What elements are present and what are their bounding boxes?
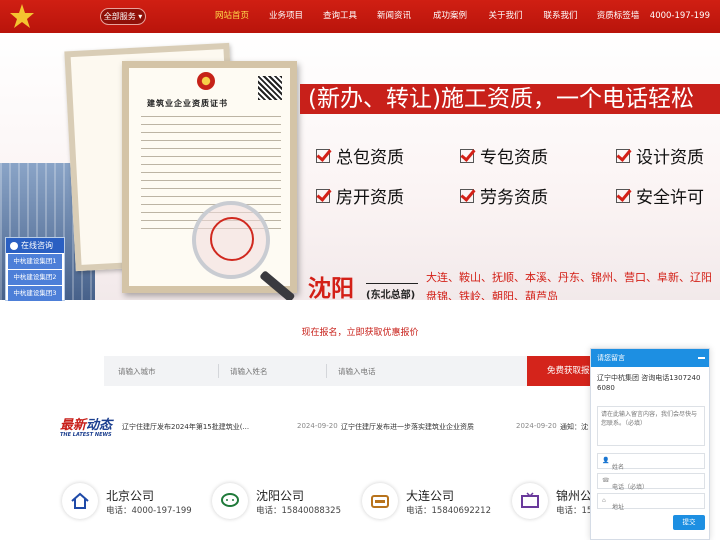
service-label: 设计资质 — [636, 148, 704, 168]
region-dropdown-button[interactable]: 全部服务 ▾ — [100, 8, 146, 25]
office-name: 沈阳公司 — [256, 489, 305, 503]
official-stamp-icon — [210, 217, 254, 261]
message-textarea[interactable] — [597, 406, 705, 446]
red-flag-star-icon — [10, 4, 34, 28]
news-item[interactable]: 通知：沈 — [560, 422, 588, 432]
nav-item-query-tools[interactable]: 查询工具 — [314, 0, 366, 33]
nav-item-cases[interactable]: 成功案例 — [422, 0, 478, 33]
phone-icon: ☎ — [602, 477, 610, 484]
online-consult-title: 在线咨询 — [21, 241, 53, 250]
chat-bubble-icon — [10, 241, 18, 250]
top-header: 全部服务 ▾ 网站首页 业务项目 查询工具 新闻资讯 成功案例 关于我们 联系我… — [0, 0, 720, 33]
news-logo-en: THE LATEST NEWS — [60, 432, 112, 438]
nav-item-qualification-wall[interactable]: 资质标签墙 — [588, 0, 648, 33]
service-item: 房开资质 — [316, 183, 404, 208]
service-label: 房开资质 — [336, 188, 404, 208]
nav-item-about[interactable]: 关于我们 — [478, 0, 533, 33]
service-label: 劳务资质 — [480, 188, 548, 208]
news-item[interactable]: 辽宁住建厅发布进一步落实建筑业企业资质 — [341, 422, 474, 432]
signup-title: 现在报名，立即获取优惠报价 — [301, 328, 419, 338]
banner-cities-line1: 大连、鞍山、抚顺、本溪、丹东、锦州、营口、阜新、辽阳 — [426, 271, 712, 284]
message-submit-button[interactable]: 提交 — [673, 515, 705, 530]
message-panel-intro: 辽宁中杭集团 咨询电话13072406080 — [597, 374, 701, 392]
checkbox-checked-icon — [616, 188, 630, 203]
news-date: 2024-09-20 — [516, 422, 557, 430]
checkbox-checked-icon — [460, 188, 474, 203]
office-name: 北京公司 — [106, 489, 155, 503]
house-icon — [62, 483, 98, 519]
consult-item[interactable]: 中杭建设集团1 — [8, 254, 62, 269]
message-panel-header: 请您留言 — [591, 349, 709, 367]
nav-item-home[interactable]: 网站首页 — [206, 0, 258, 33]
banner-services: 总包资质 专包资质 设计资质 房开资质 劳务资质 安全许可 — [316, 143, 720, 223]
news-date: 2024-09-20 — [297, 422, 338, 430]
phone-field[interactable]: ☎ — [597, 473, 705, 495]
online-consult-header[interactable]: 在线咨询 — [6, 238, 64, 253]
user-icon: 👤 — [602, 457, 610, 464]
nav-item-business[interactable]: 业务项目 — [258, 0, 314, 33]
region-button-label: 全部服务 — [103, 12, 136, 21]
magnifier-icon — [192, 201, 270, 279]
office-name: 大连公司 — [406, 489, 455, 503]
consult-item[interactable]: 中杭建设集团3 — [8, 286, 62, 301]
chat-icon — [212, 483, 248, 519]
news-logo: 最新动态 — [60, 414, 112, 433]
input-divider — [218, 364, 219, 378]
news-logo-b: 动态 — [86, 418, 113, 433]
main-nav: 网站首页 业务项目 查询工具 新闻资讯 成功案例 关于我们 联系我们 资质标签墙 — [206, 0, 648, 33]
checkbox-checked-icon — [460, 148, 474, 163]
phone-input[interactable] — [330, 363, 520, 379]
input-divider — [326, 364, 327, 378]
news-logo-a: 最新 — [60, 418, 87, 433]
message-panel-title: 请您留言 — [597, 354, 625, 362]
tv-icon — [512, 483, 548, 519]
service-item: 安全许可 — [616, 183, 704, 208]
service-label: 专包资质 — [480, 148, 548, 168]
service-item: 设计资质 — [616, 143, 704, 168]
chevron-down-icon: ▾ — [138, 12, 143, 21]
checkbox-checked-icon — [316, 188, 330, 203]
nav-item-news[interactable]: 新闻资讯 — [366, 0, 422, 33]
service-item: 专包资质 — [460, 143, 548, 168]
consult-item[interactable]: 中杭建设集团2 — [8, 270, 62, 285]
minimize-icon[interactable] — [698, 357, 705, 359]
banner-city: 沈阳 — [308, 276, 354, 300]
office-tel: 电话：15 — [556, 506, 593, 516]
online-consult-panel: 在线咨询 中杭建设集团1 中杭建设集团2 中杭建设集团3 — [5, 237, 65, 301]
address-field[interactable]: ⌂ — [597, 493, 705, 515]
checkbox-checked-icon — [316, 148, 330, 163]
national-emblem-icon — [197, 72, 215, 90]
certificate-title: 建筑业企业资质证书 — [147, 99, 228, 108]
header-hotline[interactable]: 4000-197-199 — [650, 0, 710, 33]
office-tel: 电话：15840692212 — [406, 506, 491, 516]
office-tel: 电话：4000-197-199 — [106, 506, 192, 516]
location-icon: ⌂ — [602, 497, 606, 504]
hero-banner[interactable]: 建筑业企业资质证书 (新办、转让)施工资质，一个电话轻松 总包资质 专包资质 设… — [0, 33, 720, 300]
name-field[interactable]: 👤 — [597, 453, 705, 475]
service-label: 安全许可 — [636, 188, 704, 208]
banner-headline: (新办、转让)施工资质，一个电话轻松 — [300, 84, 720, 114]
banner-hq-divider — [366, 283, 418, 284]
service-label: 总包资质 — [336, 148, 404, 168]
checkbox-checked-icon — [616, 148, 630, 163]
news-item[interactable]: 辽宁住建厅发布2024年第15批建筑业(... — [122, 422, 249, 432]
message-address-input[interactable] — [612, 500, 702, 515]
office-name: 锦州公 — [556, 489, 593, 503]
banner-hq: (东北总部) — [366, 290, 416, 300]
qr-code-icon — [258, 76, 282, 100]
name-input[interactable] — [222, 363, 322, 379]
wallet-icon — [362, 483, 398, 519]
city-input[interactable] — [110, 363, 214, 379]
banner-cities-line2: 盘锦、铁岭、朝阳、葫芦岛 — [426, 290, 558, 300]
leave-message-panel: 请您留言 辽宁中杭集团 咨询电话13072406080 👤 ☎ ⌂ 提交 — [590, 348, 710, 540]
office-tel: 电话：15840088325 — [256, 506, 341, 516]
service-item: 劳务资质 — [460, 183, 548, 208]
service-item: 总包资质 — [316, 143, 404, 168]
nav-item-contact[interactable]: 联系我们 — [533, 0, 588, 33]
